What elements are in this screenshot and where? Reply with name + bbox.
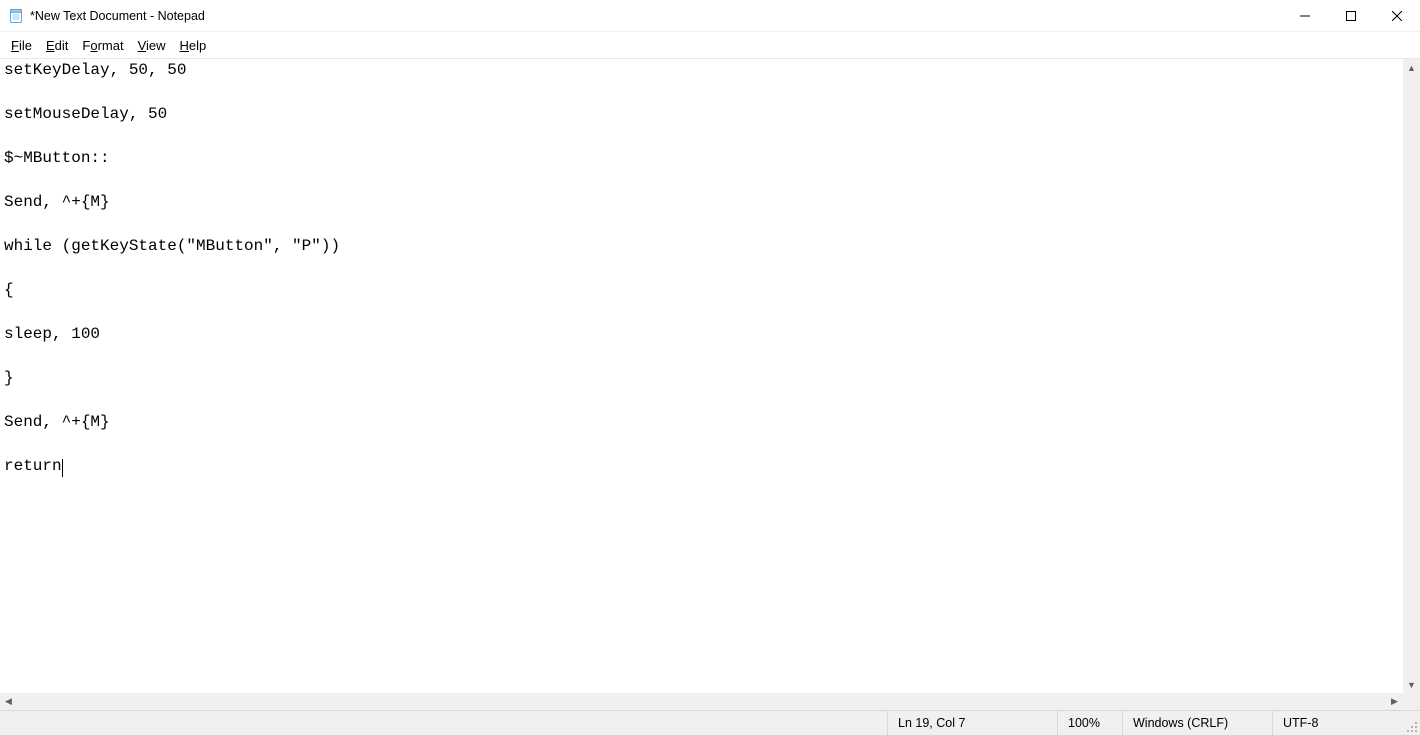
statusbar: Ln 19, Col 7 100% Windows (CRLF) UTF-8 bbox=[0, 710, 1420, 735]
menu-format[interactable]: Format bbox=[75, 35, 130, 56]
status-zoom: 100% bbox=[1058, 711, 1123, 735]
window-controls bbox=[1282, 0, 1420, 32]
menu-edit[interactable]: Edit bbox=[39, 35, 75, 56]
status-line-ending: Windows (CRLF) bbox=[1123, 711, 1273, 735]
minimize-button[interactable] bbox=[1282, 0, 1328, 32]
scroll-left-arrow-icon[interactable]: ◀ bbox=[0, 693, 17, 710]
status-encoding: UTF-8 bbox=[1273, 711, 1403, 735]
horizontal-scrollbar[interactable]: ◀ ▶ bbox=[0, 693, 1420, 710]
titlebar: *New Text Document - Notepad bbox=[0, 0, 1420, 32]
line-ending-label: Windows (CRLF) bbox=[1133, 716, 1228, 730]
menu-file[interactable]: File bbox=[4, 35, 39, 56]
encoding-label: UTF-8 bbox=[1283, 716, 1318, 730]
zoom-label: 100% bbox=[1068, 716, 1100, 730]
menubar: File Edit Format View Help bbox=[0, 32, 1420, 59]
vertical-scrollbar[interactable]: ▲ ▼ bbox=[1403, 59, 1420, 693]
editor-content: setKeyDelay, 50, 50 setMouseDelay, 50 $~… bbox=[4, 61, 340, 475]
editor-area: setKeyDelay, 50, 50 setMouseDelay, 50 $~… bbox=[0, 59, 1420, 710]
scroll-right-arrow-icon[interactable]: ▶ bbox=[1386, 693, 1403, 710]
statusbar-spacer bbox=[0, 711, 888, 735]
scroll-up-arrow-icon[interactable]: ▲ bbox=[1403, 59, 1420, 76]
status-cursor-position: Ln 19, Col 7 bbox=[888, 711, 1058, 735]
vscroll-track[interactable] bbox=[1403, 76, 1420, 676]
menu-help[interactable]: Help bbox=[173, 35, 214, 56]
window-title: *New Text Document - Notepad bbox=[30, 9, 205, 23]
cursor-position-label: Ln 19, Col 7 bbox=[898, 716, 965, 730]
notepad-icon bbox=[8, 8, 24, 24]
text-caret bbox=[62, 459, 63, 477]
maximize-button[interactable] bbox=[1328, 0, 1374, 32]
scroll-down-arrow-icon[interactable]: ▼ bbox=[1403, 676, 1420, 693]
scrollbar-corner bbox=[1403, 693, 1420, 710]
close-button[interactable] bbox=[1374, 0, 1420, 32]
resize-grip-icon[interactable] bbox=[1403, 711, 1420, 735]
menu-view[interactable]: View bbox=[131, 35, 173, 56]
text-editor[interactable]: setKeyDelay, 50, 50 setMouseDelay, 50 $~… bbox=[0, 59, 1420, 693]
